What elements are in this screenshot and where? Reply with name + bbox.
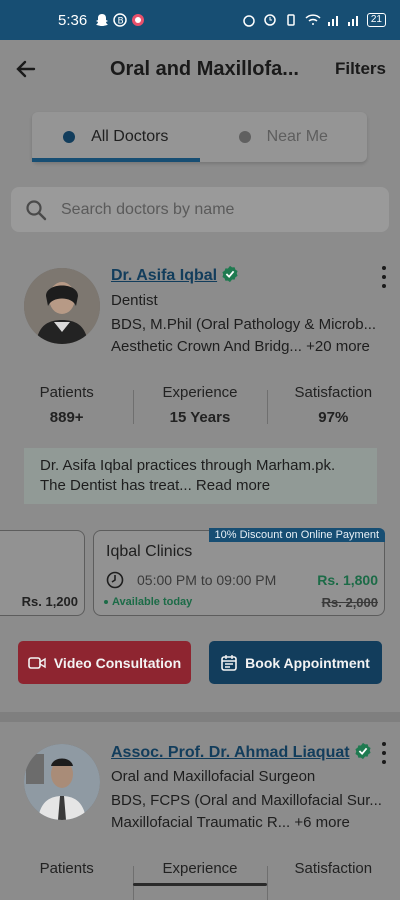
doctor-avatar[interactable] xyxy=(24,268,100,344)
stat-label: Experience xyxy=(162,384,238,401)
tab-label: All Doctors xyxy=(91,128,169,145)
video-consultation-button[interactable]: Video Consultation xyxy=(18,641,191,684)
stat-label: Satisfaction xyxy=(294,384,373,401)
radio-dot-icon xyxy=(63,131,76,143)
doctor-name-link[interactable]: Dr. Asifa Iqbal xyxy=(111,265,239,285)
discount-badge: 10% Discount on Online Payment xyxy=(208,528,385,542)
b-circle-icon: B xyxy=(113,13,127,27)
stat-patients: Patients xyxy=(0,860,133,877)
search-bar xyxy=(11,187,389,232)
stat-satisfaction: Satisfaction 97% xyxy=(266,384,400,426)
verified-badge-icon xyxy=(355,742,371,760)
doctor-stats: Patients Experience Satisfaction xyxy=(0,860,400,900)
notification-icons: B xyxy=(95,13,145,27)
filters-button[interactable]: Filters xyxy=(335,59,386,79)
doctor-services: Aesthetic Crown And Bridg... +20 more xyxy=(111,338,370,355)
clock-icon xyxy=(106,571,124,589)
card-divider xyxy=(0,712,400,722)
stat-label: Patients xyxy=(39,860,94,877)
button-label: Video Consultation xyxy=(53,654,182,671)
alarm-icon xyxy=(243,15,255,27)
doctor-name: Assoc. Prof. Dr. Ahmad Liaquat xyxy=(111,744,350,761)
verified-badge-icon xyxy=(222,265,238,283)
doctor-filter-tabs: All Doctors Near Me xyxy=(32,112,367,162)
video-camera-icon xyxy=(28,656,46,669)
stat-satisfaction: Satisfaction xyxy=(266,860,400,900)
doctor-card: Assoc. Prof. Dr. Ahmad Liaquat Oral and … xyxy=(0,722,400,900)
more-options-icon[interactable] xyxy=(380,266,388,288)
doctor-photo xyxy=(24,744,100,820)
doctor-avatar[interactable] xyxy=(24,744,100,820)
clinic-card-previous[interactable]: Rs. 1,200 xyxy=(0,530,85,616)
stat-label: Satisfaction xyxy=(294,860,373,877)
tab-near-me[interactable]: Near Me xyxy=(200,112,368,162)
tab-label: Near Me xyxy=(266,128,328,145)
button-label: Book Appointment xyxy=(245,654,370,671)
tab-all-doctors[interactable]: All Doctors xyxy=(32,112,200,162)
stat-experience: Experience 15 Years xyxy=(133,384,266,426)
status-time: 5:36 xyxy=(58,11,88,29)
doctor-qualifications: BDS, M.Phil (Oral Pathology & Microb... xyxy=(111,316,377,333)
doctor-qualifications: BDS, FCPS (Oral and Maxillofacial Sur... xyxy=(111,792,382,809)
page-title: Oral and Maxillofa... xyxy=(110,57,299,80)
signal-icon-2 xyxy=(347,16,358,26)
stat-patients: Patients 889+ xyxy=(0,384,133,426)
doctor-services: Maxillofacial Traumatic R... +6 more xyxy=(111,814,350,831)
stat-value: 97% xyxy=(318,409,349,426)
back-arrow-icon[interactable] xyxy=(14,57,38,81)
app-bar: Oral and Maxillofa... Filters xyxy=(0,40,400,98)
about-text: Dr. Asifa Iqbal practices through Marham… xyxy=(40,457,336,494)
availability-status: Available today xyxy=(103,596,193,608)
snapchat-icon xyxy=(96,14,109,26)
record-icon xyxy=(132,14,145,26)
wifi-icon xyxy=(305,14,321,25)
signal-icon xyxy=(327,16,338,26)
doctor-name: Dr. Asifa Iqbal xyxy=(111,267,218,284)
clinic-name: Iqbal Clinics xyxy=(106,543,193,560)
clinic-fee: Rs. 1,800 xyxy=(317,572,378,588)
doctor-stats: Patients 889+ Experience 15 Years Satisf… xyxy=(0,384,400,426)
doctor-about: Dr. Asifa Iqbal practices through Marham… xyxy=(24,448,377,504)
radio-dot-icon xyxy=(238,131,251,143)
doctor-name-link[interactable]: Assoc. Prof. Dr. Ahmad Liaquat xyxy=(111,742,372,762)
stat-label: Patients xyxy=(39,384,94,401)
doctor-specialty: Oral and Maxillofacial Surgeon xyxy=(111,768,316,785)
more-options-icon[interactable] xyxy=(380,742,388,764)
clinic-fee: Rs. 1,200 xyxy=(21,594,78,609)
book-appointment-button[interactable]: Book Appointment xyxy=(209,641,382,684)
search-icon xyxy=(26,199,47,220)
clinic-old-fee: Rs. 2,000 xyxy=(321,595,378,610)
doctor-specialty: Dentist xyxy=(111,292,158,309)
doctor-card: Dr. Asifa Iqbal Dentist BDS, M.Phil (Ora… xyxy=(0,250,400,712)
doctor-photo xyxy=(24,268,100,344)
vibrate-icon xyxy=(287,14,295,26)
clinic-card[interactable]: 10% Discount on Online Payment Iqbal Cli… xyxy=(93,528,385,616)
clock-icon xyxy=(264,14,276,26)
calendar-icon xyxy=(221,654,237,671)
battery-icon: 21 xyxy=(366,13,386,27)
search-input[interactable] xyxy=(61,200,361,219)
stat-label: Experience xyxy=(162,860,238,877)
stat-experience: Experience xyxy=(133,860,266,900)
read-more-link[interactable]: Read more xyxy=(196,477,270,494)
clinic-timing: 05:00 PM to 09:00 PM xyxy=(137,572,277,588)
status-bar: 5:36 B 21 xyxy=(0,0,400,40)
svg-text:B: B xyxy=(118,17,124,27)
stat-value: 889+ xyxy=(49,409,84,426)
system-icons: 21 xyxy=(241,13,386,27)
home-indicator[interactable] xyxy=(133,883,267,886)
stat-value: 15 Years xyxy=(169,409,231,426)
